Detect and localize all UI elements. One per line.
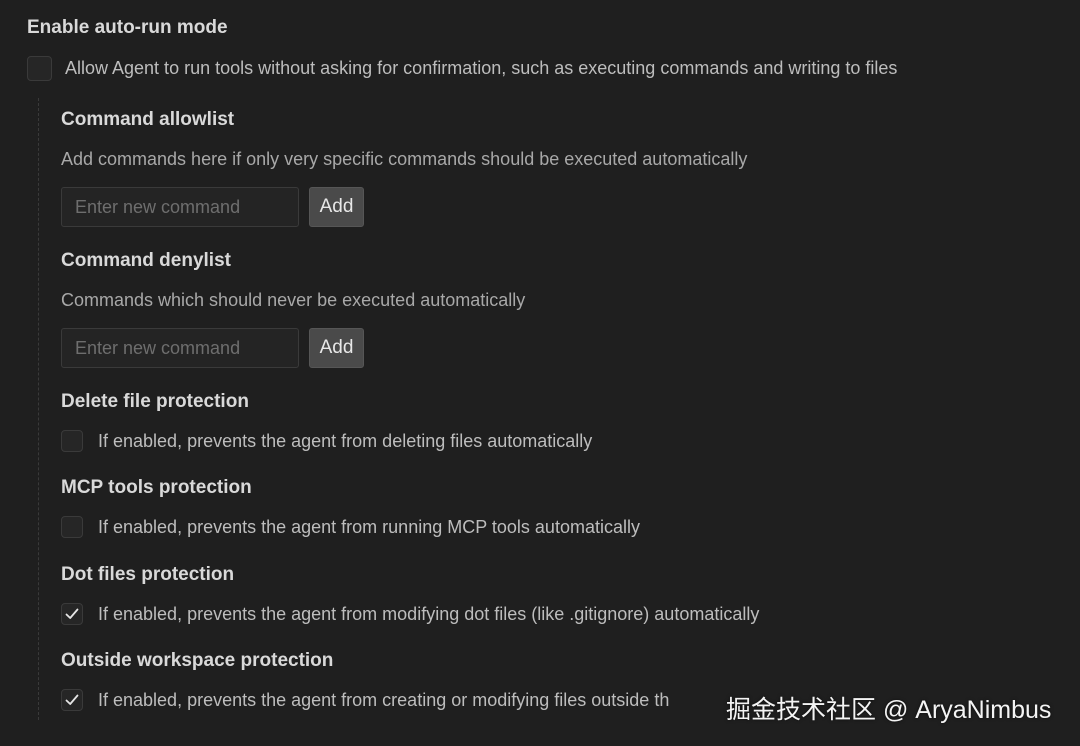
allowlist-title: Command allowlist [61,109,235,130]
mcp-tools-label: If enabled, prevents the agent from runn… [98,516,640,537]
mcp-tools-checkbox[interactable] [61,516,83,538]
delete-file-title: Delete file protection [61,391,249,412]
dot-files-checkbox[interactable] [61,603,83,625]
outside-workspace-label: If enabled, prevents the agent from crea… [98,689,670,710]
denylist-description: Commands which should never be executed … [61,290,526,310]
auto-run-row[interactable]: Allow Agent to run tools without asking … [27,56,897,81]
checkmark-icon [65,608,79,619]
denylist-input-row: Add [61,328,364,368]
allowlist-add-button[interactable]: Add [309,187,364,227]
checkmark-icon [65,694,79,705]
delete-file-checkbox[interactable] [61,430,83,452]
delete-file-row[interactable]: If enabled, prevents the agent from dele… [61,430,592,452]
auto-run-subsettings-border [38,98,39,720]
dot-files-label: If enabled, prevents the agent from modi… [98,603,760,624]
denylist-add-button[interactable]: Add [309,328,364,368]
denylist-title: Command denylist [61,250,231,271]
watermark: 掘金技术社区 @ AryaNimbus [726,696,1052,724]
mcp-tools-title: MCP tools protection [61,477,252,498]
outside-workspace-checkbox[interactable] [61,689,83,711]
auto-run-checkbox[interactable] [27,56,52,81]
denylist-input[interactable] [61,328,299,368]
outside-workspace-title: Outside workspace protection [61,650,334,671]
allowlist-input-row: Add [61,187,364,227]
auto-run-label: Allow Agent to run tools without asking … [65,58,898,78]
mcp-tools-row[interactable]: If enabled, prevents the agent from runn… [61,516,640,538]
auto-run-title: Enable auto-run mode [27,17,228,38]
dot-files-row[interactable]: If enabled, prevents the agent from modi… [61,603,759,625]
dot-files-title: Dot files protection [61,564,235,585]
outside-workspace-row[interactable]: If enabled, prevents the agent from crea… [61,689,669,711]
allowlist-input[interactable] [61,187,299,227]
allowlist-description: Add commands here if only very specific … [61,149,748,169]
delete-file-label: If enabled, prevents the agent from dele… [98,430,593,451]
